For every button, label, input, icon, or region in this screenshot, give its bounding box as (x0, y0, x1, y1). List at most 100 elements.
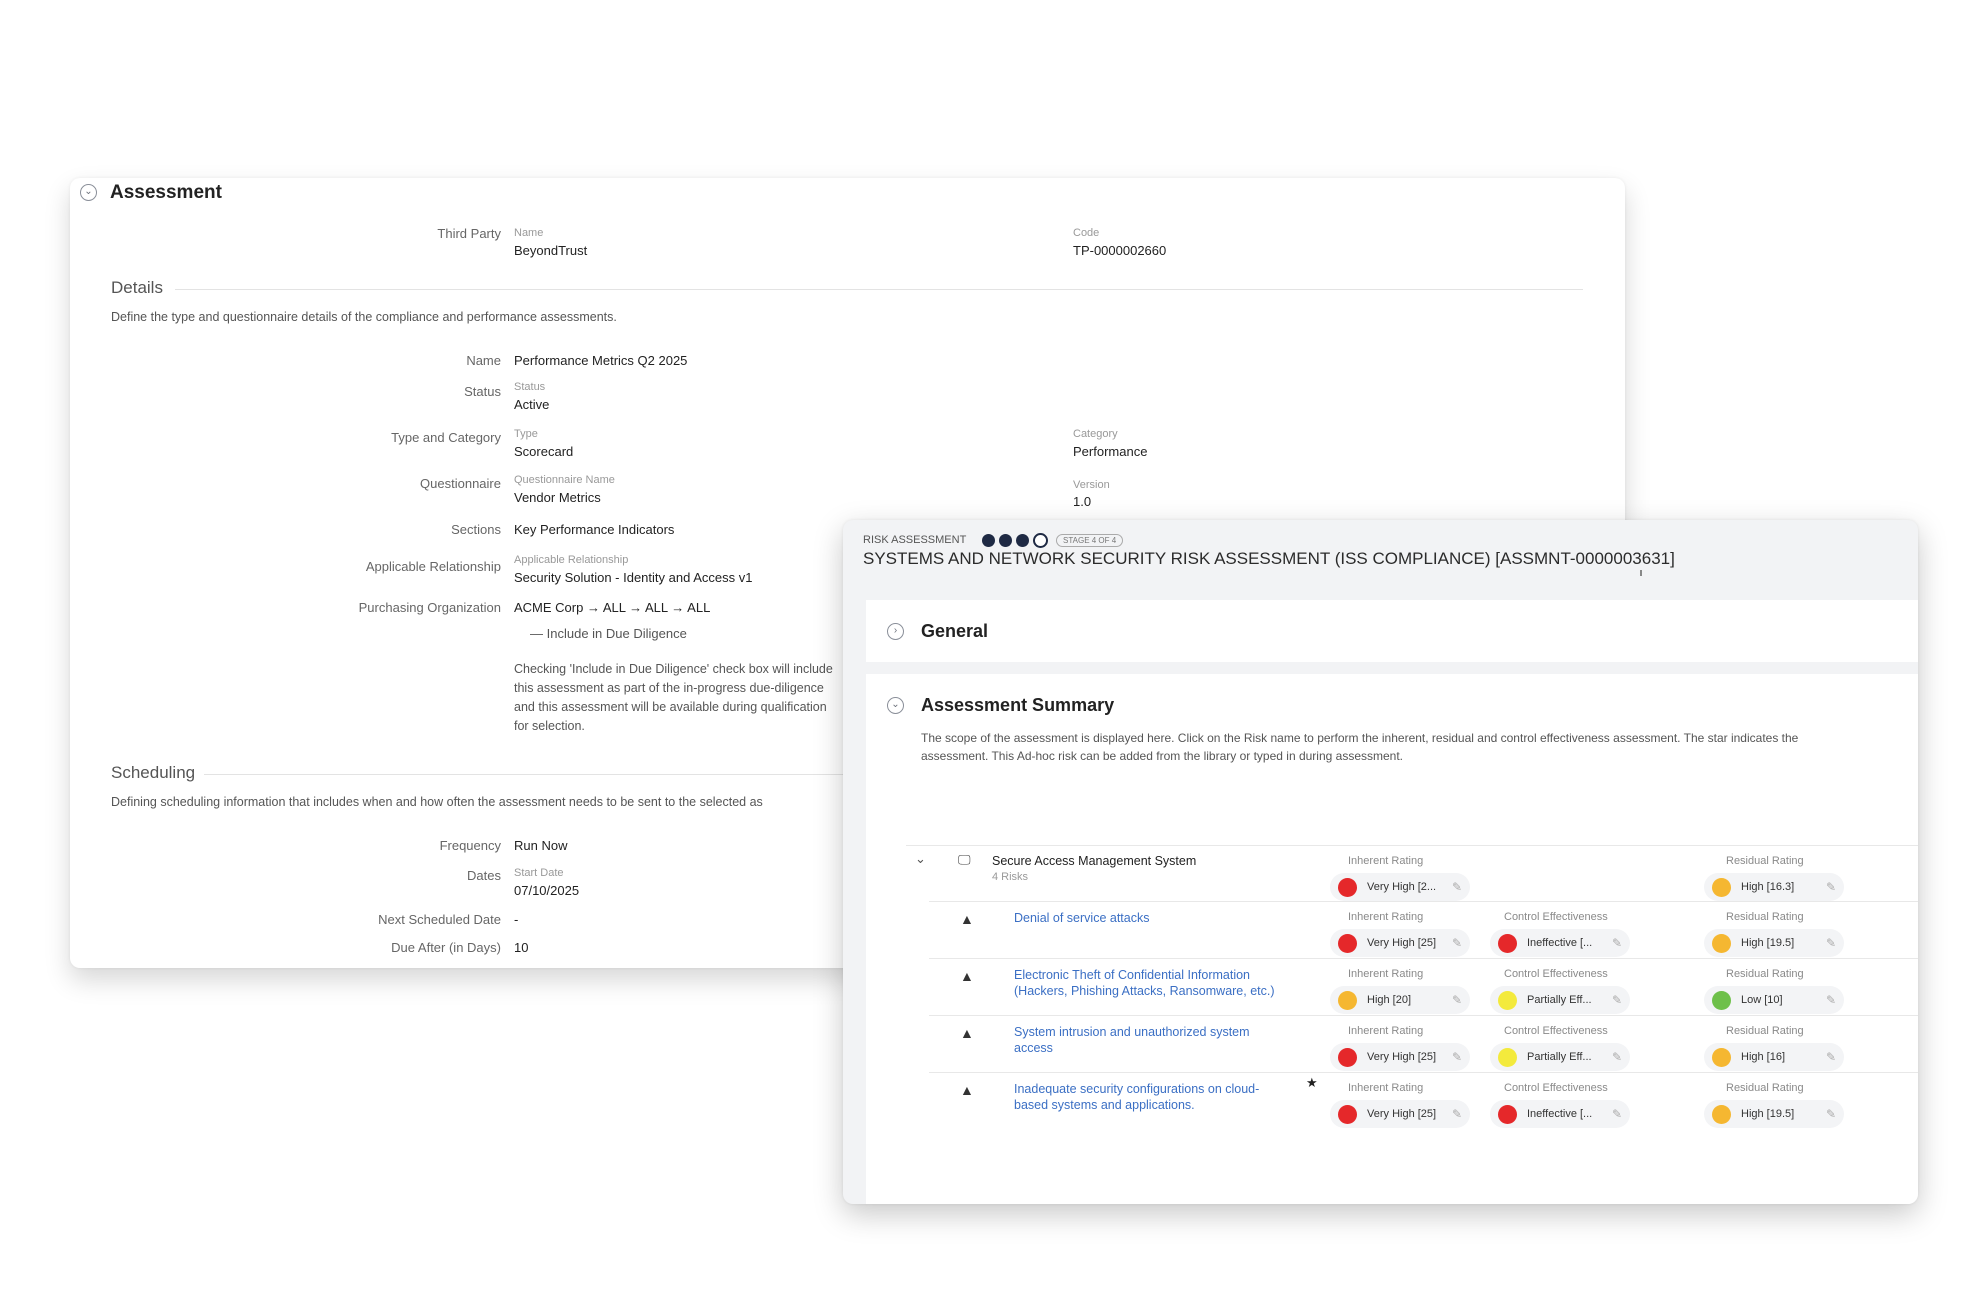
summary-desc-line: The scope of the assessment is displayed… (921, 731, 1799, 745)
expand-chevron-icon[interactable]: › (887, 623, 904, 640)
pencil-icon[interactable]: ✎ (1826, 936, 1836, 950)
details-name-value: Performance Metrics Q2 2025 (514, 353, 688, 368)
inherent-rating-label: Inherent Rating (1348, 911, 1424, 923)
risk-row-divider (929, 901, 1918, 902)
warning-triangle-icon: ▲ (960, 968, 974, 984)
monitor-icon: 🖵 (958, 852, 971, 867)
control-effectiveness-label: Control Effectiveness (1504, 968, 1608, 980)
pencil-icon[interactable]: ✎ (1612, 1107, 1622, 1121)
risk-name-line: Electronic Theft of Confidential Informa… (1014, 968, 1251, 982)
rating-text: Very High [25] (1367, 937, 1437, 949)
due-diligence-toggle[interactable]: — Include in Due Diligence (530, 626, 687, 641)
collapse-chevron-icon[interactable]: ⌄ (80, 184, 97, 201)
inherent-rating-pill[interactable]: Very High [25] ✎ (1330, 929, 1470, 957)
third-party-label: Third Party (437, 226, 501, 241)
rating-text: Ineffective [... (1527, 937, 1593, 949)
warning-triangle-icon: ▲ (960, 1025, 974, 1041)
summary-description: The scope of the assessment is displayed… (921, 729, 1798, 765)
rating-dot (1498, 990, 1517, 1010)
questionnaire-label: Questionnaire (420, 476, 501, 491)
due-diligence-label: Include in Due Diligence (546, 626, 687, 641)
due-after-value: 10 (514, 940, 529, 955)
group-residual-rating[interactable]: High [16.3] ✎ (1704, 873, 1844, 901)
pencil-icon[interactable]: ✎ (1826, 1107, 1836, 1121)
tp-name-sublabel: Name (514, 227, 544, 239)
summary-desc-line: assessment. This Ad-hoc risk can be adde… (921, 749, 1404, 763)
group-collapse-chevron-icon[interactable]: ⌄ (915, 851, 926, 867)
next-scheduled-label: Next Scheduled Date (378, 912, 501, 927)
control-effectiveness-label: Control Effectiveness (1504, 1082, 1608, 1094)
risk-name-line: System intrusion and unauthorized system (1014, 1025, 1250, 1039)
pencil-icon[interactable]: ✎ (1452, 880, 1462, 894)
risk-name-line: Inadequate security configurations on cl… (1014, 1082, 1260, 1096)
pencil-icon[interactable]: ✎ (1826, 993, 1836, 1007)
warning-triangle-icon: ▲ (960, 911, 974, 927)
risk-name-link[interactable]: System intrusion and unauthorized system… (1014, 1024, 1314, 1056)
risk-name-link[interactable]: Electronic Theft of Confidential Informa… (1014, 967, 1314, 999)
residual-rating-pill[interactable]: High [19.5] ✎ (1704, 1100, 1844, 1128)
rating-dot (1338, 1104, 1357, 1124)
rating-dot (1338, 933, 1357, 953)
rating-dot (1498, 933, 1517, 953)
dates-label: Dates (467, 868, 501, 883)
type-sublabel: Type (514, 428, 538, 440)
control-effectiveness-pill[interactable]: Ineffective [... ✎ (1490, 929, 1630, 957)
risk-name-line: (Hackers, Phishing Attacks, Ransomware, … (1014, 984, 1275, 998)
residual-rating-pill[interactable]: High [16] ✎ (1704, 1043, 1844, 1071)
risk-name-line: access (1014, 1041, 1053, 1055)
inherent-rating-pill[interactable]: Very High [25] ✎ (1330, 1100, 1470, 1128)
pencil-icon[interactable]: ✎ (1452, 936, 1462, 950)
pencil-icon[interactable]: ✎ (1452, 1107, 1462, 1121)
status-label: Status (464, 384, 501, 399)
risk-name-link[interactable]: Inadequate security configurations on cl… (1014, 1081, 1314, 1113)
general-panel[interactable]: › General (866, 600, 1918, 662)
resize-handle-icon[interactable] (1640, 570, 1642, 576)
rating-dot (1338, 990, 1357, 1010)
control-effectiveness-pill[interactable]: Ineffective [... ✎ (1490, 1100, 1630, 1128)
sections-value: Key Performance Indicators (514, 522, 675, 537)
risk-name-line: Denial of service attacks (1014, 911, 1150, 925)
rating-text: High [19.5] (1741, 937, 1795, 949)
category-value: Performance (1073, 444, 1148, 459)
pencil-icon[interactable]: ✎ (1826, 880, 1836, 894)
residual-rating-pill[interactable]: High [19.5] ✎ (1704, 929, 1844, 957)
control-effectiveness-label: Control Effectiveness (1504, 911, 1608, 923)
scheduling-description: Defining scheduling information that inc… (111, 795, 763, 809)
breadcrumb: RISK ASSESSMENT (863, 534, 967, 546)
questionnaire-name-sublabel: Questionnaire Name (514, 474, 615, 486)
collapse-chevron-icon[interactable]: ⌄ (887, 697, 904, 714)
pencil-icon[interactable]: ✎ (1452, 993, 1462, 1007)
risk-name-line: based systems and applications. (1014, 1098, 1195, 1112)
group-name[interactable]: Secure Access Management System (992, 854, 1196, 868)
pencil-icon[interactable]: ✎ (1612, 1050, 1622, 1064)
control-effectiveness-pill[interactable]: Partially Eff... ✎ (1490, 986, 1630, 1014)
details-heading: Details (111, 278, 163, 297)
pencil-icon[interactable]: ✎ (1826, 1050, 1836, 1064)
tp-code-sublabel: Code (1073, 227, 1100, 239)
pencil-icon[interactable]: ✎ (1452, 1050, 1462, 1064)
inherent-rating-label: Inherent Rating (1348, 1082, 1424, 1094)
group-inherent-rating[interactable]: Very High [2... ✎ (1330, 873, 1470, 901)
risk-name-link[interactable]: Denial of service attacks (1014, 910, 1314, 926)
applicable-relationship-value: Security Solution - Identity and Access … (514, 570, 753, 585)
pencil-icon[interactable]: ✎ (1612, 936, 1622, 950)
assessment-title: Assessment (110, 182, 222, 203)
pencil-icon[interactable]: ✎ (1612, 993, 1622, 1007)
rating-text: Low [10] (1741, 994, 1783, 1006)
purchasing-org-label: Purchasing Organization (358, 600, 501, 615)
inherent-rating-pill[interactable]: High [20] ✎ (1330, 986, 1470, 1014)
help-line: Checking 'Include in Due Diligence' chec… (514, 662, 833, 676)
rating-text: Very High [2... (1367, 881, 1437, 893)
inherent-rating-pill[interactable]: Very High [25] ✎ (1330, 1043, 1470, 1071)
control-effectiveness-pill[interactable]: Partially Eff... ✎ (1490, 1043, 1630, 1071)
rating-dot (1498, 1047, 1517, 1067)
purchasing-org-value: ACME Corp → ALL → ALL → ALL (514, 600, 711, 615)
risk-row-divider (929, 958, 1918, 959)
stage-badge: STAGE 4 OF 4 (1056, 534, 1124, 547)
applicable-relationship-label: Applicable Relationship (365, 559, 501, 574)
scheduling-heading: Scheduling (111, 763, 196, 782)
warning-triangle-icon: ▲ (960, 1082, 974, 1098)
help-line: this assessment as part of the in-progre… (514, 681, 824, 695)
type-category-label: Type and Category (391, 430, 501, 445)
residual-rating-pill[interactable]: Low [10] ✎ (1704, 986, 1844, 1014)
